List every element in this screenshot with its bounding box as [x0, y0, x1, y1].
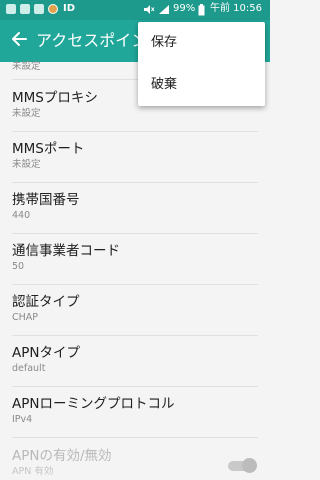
discard-menu-item[interactable]: 破棄	[138, 64, 265, 106]
apn-enable-toggle	[228, 458, 257, 473]
image-icon	[6, 4, 16, 14]
overflow-menu: 保存 破棄	[138, 22, 265, 106]
item-title: MMSプロキシ	[12, 90, 98, 106]
list-item[interactable]: APNローミングプロトコル IPv4	[0, 386, 270, 437]
clock: 午前 10:56	[210, 3, 262, 14]
image-icon	[20, 4, 30, 14]
item-title: 認証タイプ	[12, 294, 80, 310]
list-item[interactable]: 携帯国番号 440	[0, 182, 270, 233]
toggle-thumb	[242, 458, 257, 473]
discard-label: 破棄	[151, 77, 178, 92]
item-subtitle: 440	[12, 210, 31, 221]
page-title: アクセスポイント	[36, 31, 146, 50]
item-subtitle: IPv4	[12, 414, 33, 425]
item-subtitle: CHAP	[12, 312, 39, 323]
list-item[interactable]: APNタイプ default	[0, 335, 270, 386]
item-subtitle: 未設定	[12, 61, 41, 72]
item-title: APNローミングプロトコル	[12, 396, 175, 412]
list-item[interactable]: 認証タイプ CHAP	[0, 284, 270, 335]
save-menu-item[interactable]: 保存	[138, 22, 265, 64]
id-label: ID	[63, 3, 76, 14]
signal-icon	[159, 5, 169, 14]
item-title: 携帯国番号	[12, 192, 80, 208]
mute-icon	[144, 5, 155, 14]
item-title: APNタイプ	[12, 345, 80, 361]
save-label: 保存	[151, 35, 178, 50]
item-title: APNの有効/無効	[12, 448, 112, 464]
item-title: MMSポート	[12, 141, 85, 157]
back-arrow-icon[interactable]	[10, 30, 28, 48]
status-bar: ID 99% 午前 10:56	[0, 0, 270, 20]
item-subtitle: 未設定	[12, 108, 41, 119]
app-icon	[48, 4, 58, 14]
item-subtitle: default	[12, 363, 46, 374]
battery-level: 99%	[173, 3, 196, 14]
battery-icon	[198, 4, 205, 16]
item-subtitle: 50	[12, 261, 25, 272]
item-title: 通信事業者コード	[12, 243, 120, 259]
item-subtitle: APN 有効	[12, 466, 54, 477]
image-icon	[34, 4, 44, 14]
item-subtitle: 未設定	[12, 159, 41, 170]
list-item[interactable]: 通信事業者コード 50	[0, 233, 270, 284]
list-item[interactable]: MMSポート 未設定	[0, 131, 270, 182]
